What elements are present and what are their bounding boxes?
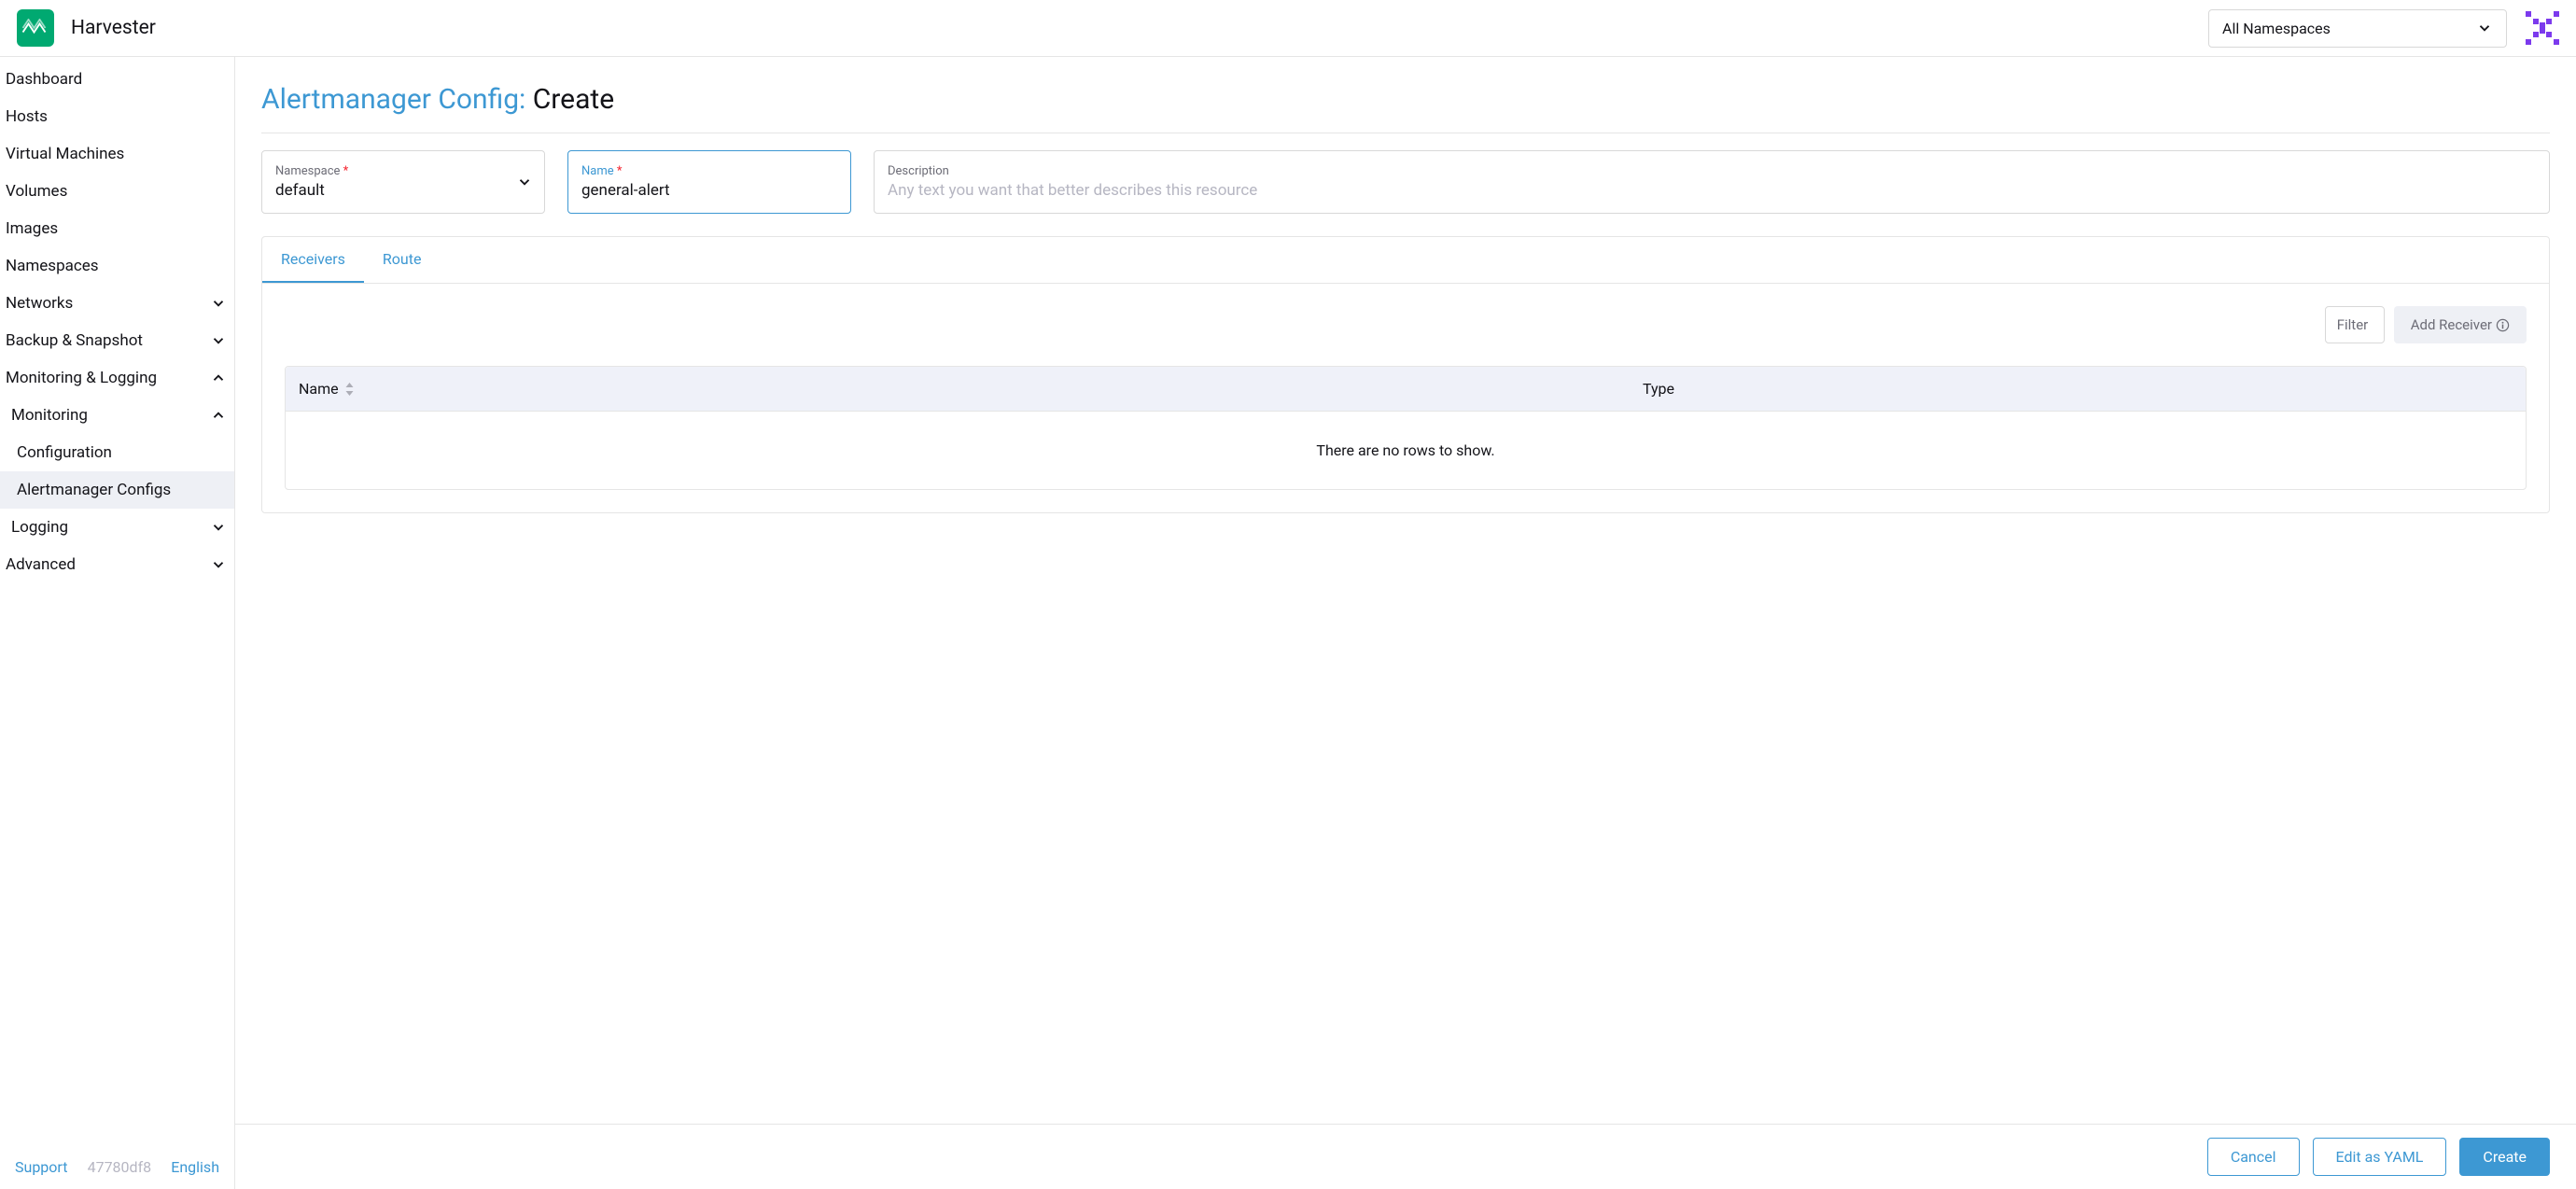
add-receiver-button[interactable]: Add Receiver	[2394, 306, 2527, 343]
header-left: Harvester	[17, 9, 156, 47]
sidebar-item-logging[interactable]: Logging	[0, 509, 234, 546]
chevron-down-icon	[210, 556, 227, 573]
chevron-up-icon	[210, 370, 227, 386]
sidebar-item-label: Dashboard	[6, 70, 82, 89]
header-right: All Namespaces	[2208, 9, 2559, 48]
sidebar-item-label: Images	[6, 219, 58, 238]
sidebar-item-networks[interactable]: Networks	[0, 285, 234, 322]
tab-body: Add Receiver Name	[262, 284, 2549, 512]
name-input[interactable]	[581, 181, 837, 200]
app-header: Harvester All Namespaces	[0, 0, 2576, 57]
chevron-down-icon	[2476, 20, 2493, 36]
create-button[interactable]: Create	[2459, 1138, 2550, 1176]
breadcrumb-link[interactable]: Alertmanager Config:	[261, 83, 525, 116]
chevron-down-icon	[516, 174, 533, 190]
sidebar-item-configuration[interactable]: Configuration	[0, 434, 234, 471]
sidebar-item-label: Networks	[6, 294, 73, 313]
harvester-logo-icon	[21, 19, 49, 37]
app-layout: Dashboard Hosts Virtual Machines Volumes Ima…	[0, 57, 2576, 1189]
main-panel: Alertmanager Config: Create Namespace * …	[235, 57, 2576, 1189]
chevron-down-icon	[210, 519, 227, 536]
column-header-name[interactable]: Name	[286, 367, 1630, 411]
sidebar-item-label: Configuration	[17, 443, 112, 462]
sidebar-item-backup-snapshot[interactable]: Backup & Snapshot	[0, 322, 234, 359]
description-label: Description	[888, 164, 2536, 178]
sidebar-item-label: Volumes	[6, 182, 67, 201]
sidebar-item-volumes[interactable]: Volumes	[0, 173, 234, 210]
namespace-field[interactable]: Namespace * default	[261, 150, 545, 214]
sidebar-item-images[interactable]: Images	[0, 210, 234, 247]
tabs-container: Receivers Route Add Receiver	[261, 236, 2550, 513]
required-marker: *	[617, 164, 623, 178]
sidebar-item-label: Monitoring	[11, 406, 88, 425]
sidebar-item-label: Backup & Snapshot	[6, 331, 143, 350]
footer-bar: Cancel Edit as YAML Create	[235, 1124, 2576, 1189]
namespace-label: Namespace *	[275, 164, 531, 178]
language-link[interactable]: English	[171, 1158, 219, 1176]
sidebar-nav: Dashboard Hosts Virtual Machines Volumes Ima…	[0, 57, 234, 583]
edit-yaml-button[interactable]: Edit as YAML	[2313, 1138, 2447, 1176]
sidebar-item-advanced[interactable]: Advanced	[0, 546, 234, 583]
description-field[interactable]: Description	[874, 150, 2550, 214]
sidebar-item-monitoring[interactable]: Monitoring	[0, 397, 234, 434]
sidebar-item-hosts[interactable]: Hosts	[0, 98, 234, 135]
table-empty-text: There are no rows to show.	[286, 412, 2526, 489]
cancel-button[interactable]: Cancel	[2207, 1138, 2300, 1176]
filter-input[interactable]	[2325, 306, 2385, 343]
sidebar-item-virtual-machines[interactable]: Virtual Machines	[0, 135, 234, 173]
sidebar-item-label: Alertmanager Configs	[17, 481, 171, 499]
sidebar-item-label: Virtual Machines	[6, 145, 124, 163]
sidebar-item-label: Namespaces	[6, 257, 99, 275]
tab-receivers[interactable]: Receivers	[262, 237, 364, 283]
tab-route[interactable]: Route	[364, 237, 441, 283]
page-title-text: Create	[533, 83, 614, 116]
sidebar-footer: Support 47780df8 English	[0, 1149, 234, 1189]
sidebar-item-label: Logging	[11, 518, 68, 537]
column-header-type[interactable]: Type	[1630, 367, 2526, 411]
user-avatar-icon[interactable]	[2526, 11, 2559, 45]
required-marker: *	[343, 164, 349, 178]
page-title: Alertmanager Config: Create	[261, 83, 2550, 116]
name-label: Name *	[581, 164, 837, 178]
chevron-down-icon	[210, 295, 227, 312]
sidebar-item-label: Advanced	[6, 555, 76, 574]
support-link[interactable]: Support	[15, 1158, 67, 1176]
chevron-down-icon	[210, 332, 227, 349]
sort-icon	[344, 383, 355, 396]
description-input[interactable]	[888, 181, 2536, 200]
receivers-table: Name Type There are no rows to show.	[285, 366, 2527, 490]
app-logo[interactable]	[17, 9, 54, 47]
brand-name: Harvester	[71, 17, 156, 39]
sidebar-item-alertmanager-configs[interactable]: Alertmanager Configs	[0, 471, 234, 509]
info-icon	[2496, 318, 2510, 332]
sidebar: Dashboard Hosts Virtual Machines Volumes Ima…	[0, 57, 235, 1189]
name-field[interactable]: Name *	[567, 150, 851, 214]
sidebar-item-label: Hosts	[6, 107, 48, 126]
table-header: Name Type	[286, 367, 2526, 412]
sidebar-item-namespaces[interactable]: Namespaces	[0, 247, 234, 285]
form-row: Namespace * default Name *	[261, 150, 2550, 214]
sidebar-item-label: Monitoring & Logging	[6, 369, 157, 387]
receivers-toolbar: Add Receiver	[285, 306, 2527, 343]
sidebar-item-monitoring-logging[interactable]: Monitoring & Logging	[0, 359, 234, 397]
tabs-header: Receivers Route	[262, 237, 2549, 284]
sidebar-item-dashboard[interactable]: Dashboard	[0, 61, 234, 98]
namespace-selector[interactable]: All Namespaces	[2208, 9, 2507, 48]
version-hash: 47780df8	[88, 1158, 152, 1176]
content-area: Alertmanager Config: Create Namespace * …	[235, 57, 2576, 1124]
add-receiver-label: Add Receiver	[2411, 316, 2492, 333]
namespace-selector-value: All Namespaces	[2222, 20, 2331, 37]
namespace-value: default	[275, 181, 531, 200]
chevron-up-icon	[210, 407, 227, 424]
